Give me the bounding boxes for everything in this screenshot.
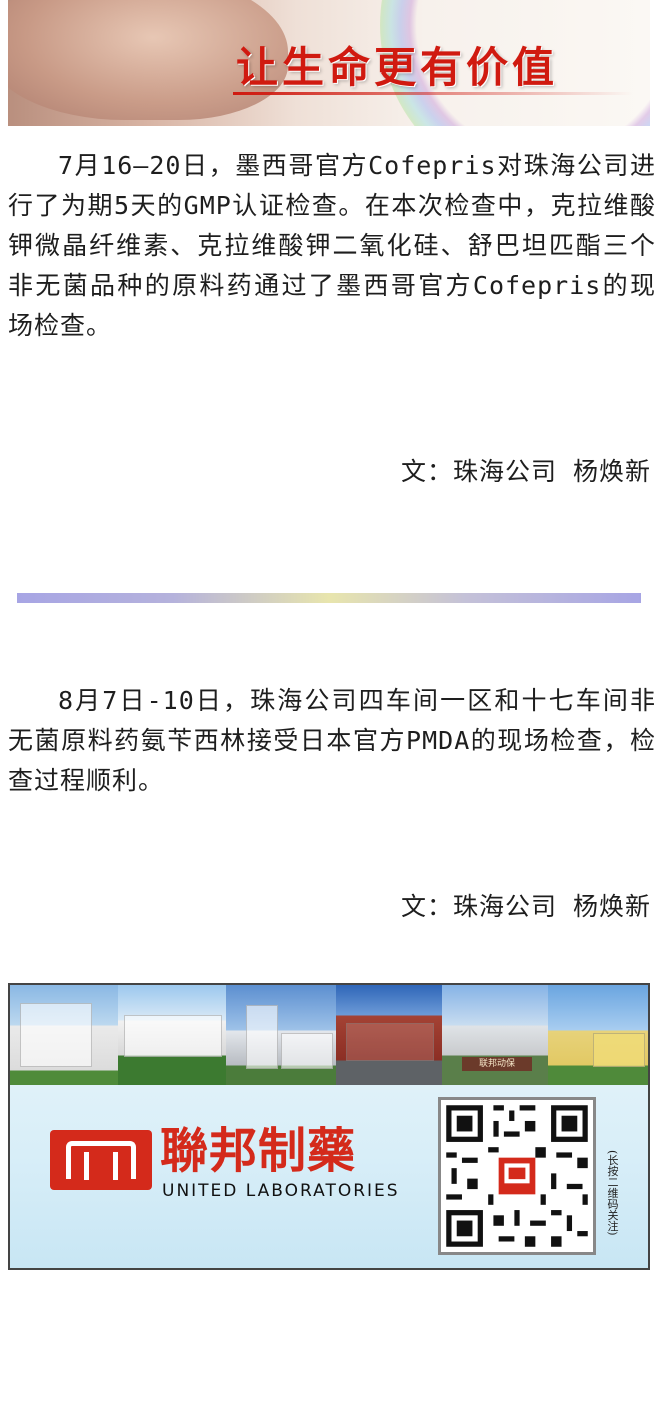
qr-caption: (长按二维码关注) [606,1150,619,1236]
company-footer-card: 联邦动保 聯邦制藥 UNITED LABORATORIES (长按二维码关注) [8,983,650,1270]
facility-photo: 联邦动保 [442,985,548,1085]
brand-name-english: UNITED LABORATORIES [162,1181,400,1201]
article-2-body: 8月7日-10日，珠海公司四车间一区和十七车间非无菌原料药氨苄西林接受日本官方P… [8,686,656,795]
facility-photo [118,985,226,1085]
banner-slogan: 让生命更有价值 [236,43,559,92]
slogan-underline [233,92,633,95]
qr-code[interactable] [438,1097,596,1255]
qr-code-icon [441,1100,593,1252]
article-2-signature: 文：珠海公司 杨焕新 [400,892,651,921]
brand-name-chinese: 聯邦制藥 [160,1123,357,1179]
facility-photo [10,985,118,1085]
company-logo [50,1130,152,1190]
facility-sign: 联邦动保 [462,1057,532,1071]
logo-mark-icon [66,1141,136,1180]
facility-photo [548,985,648,1085]
section-divider [17,593,641,603]
article-1-body: 7月16—20日，墨西哥官方Cofepris对珠海公司进行了为期5天的GMP认证… [8,151,656,340]
facility-photo-strip: 联邦动保 [10,985,648,1085]
facility-photo [226,985,336,1085]
article-1-signature: 文：珠海公司 杨焕新 [400,457,651,486]
facility-photo [336,985,442,1085]
header-banner: 让生命更有价值 [8,0,650,126]
